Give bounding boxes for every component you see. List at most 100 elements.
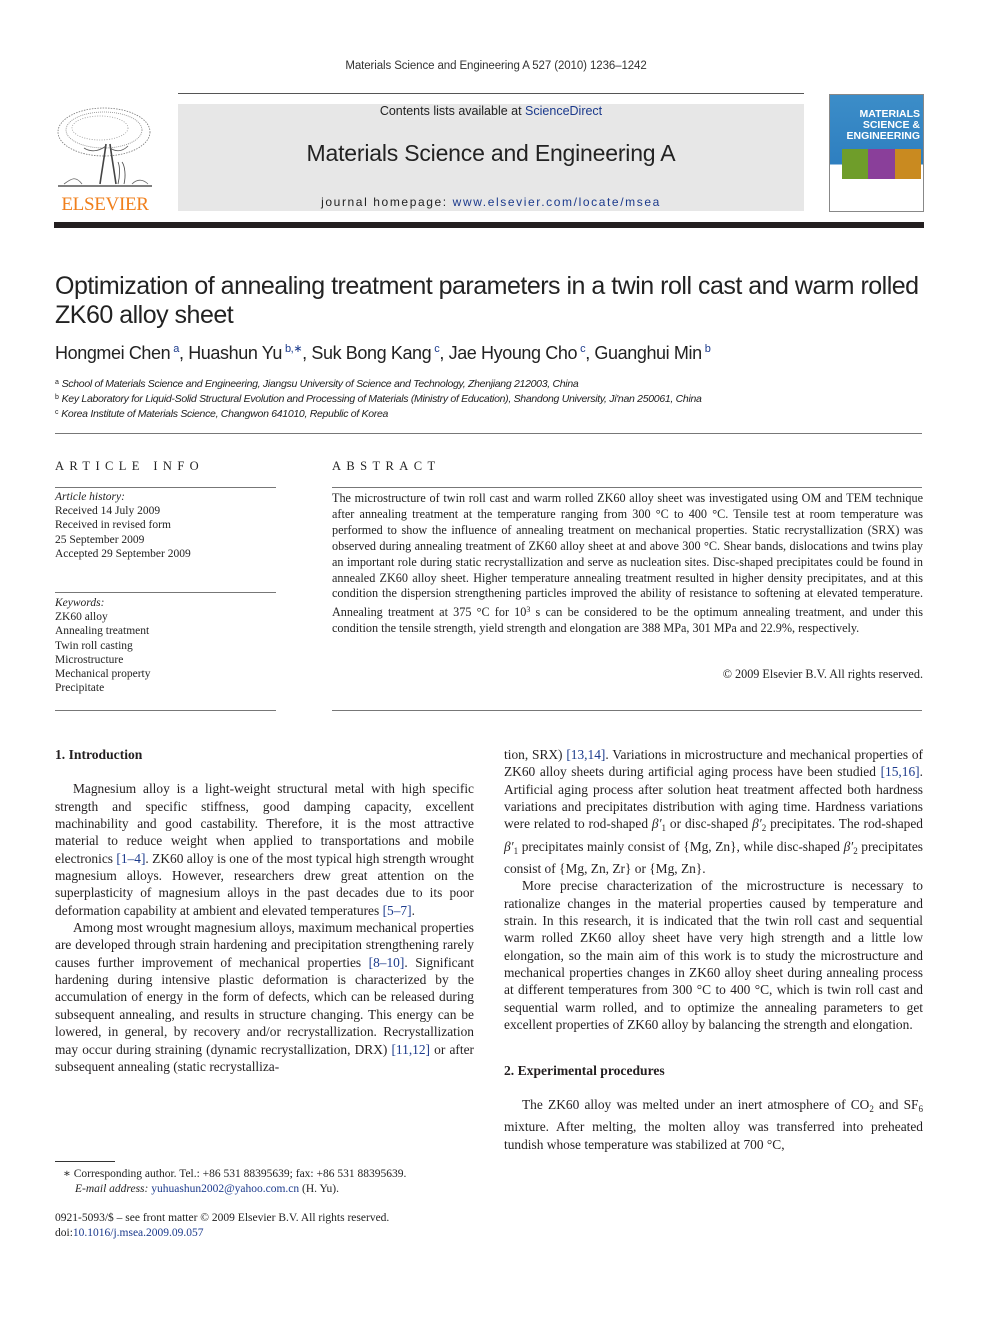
affiliation-marker[interactable]: b,∗ (285, 343, 303, 355)
history-item: 25 September 2009 (55, 533, 145, 546)
text: mixture. After melting, the molten alloy… (504, 1119, 923, 1152)
author-name[interactable]: Hongmei Chen (55, 343, 171, 363)
article-info-heading: ARTICLE INFO (55, 459, 205, 473)
cover-image-purple (868, 149, 895, 179)
keyword-item: Twin roll casting (55, 639, 133, 652)
affiliation-marker[interactable]: b (705, 343, 711, 355)
affiliation-key: a (55, 379, 59, 386)
affiliation-marker[interactable]: c (434, 343, 440, 355)
doi-label: doi: (55, 1226, 73, 1239)
keyword-item: Mechanical property (55, 668, 151, 681)
section-heading-experimental: 2. Experimental procedures (504, 1062, 665, 1078)
sciencedirect-link[interactable]: ScienceDirect (525, 104, 602, 118)
journal-banner: Contents lists available at ScienceDirec… (178, 104, 804, 211)
affiliation-item: b Key Laboratory for Liquid-Solid Structu… (55, 391, 702, 406)
abstract-heading: ABSTRACT (332, 459, 441, 473)
history-item: Accepted 29 September 2009 (55, 547, 191, 560)
running-header: Materials Science and Engineering A 527 … (345, 60, 647, 72)
article-info-bottom-divider (55, 710, 276, 711)
paragraph: Magnesium alloy is a light-weight struct… (55, 780, 474, 919)
math-beta: β′ (504, 838, 514, 854)
history-item: Received 14 July 2009 (55, 505, 161, 518)
math-beta: β′ (843, 838, 854, 854)
cover-image-orange (894, 149, 921, 179)
issn-line: 0921-5093/$ – see front matter © 2009 El… (55, 1212, 390, 1224)
keywords-label: Keywords: (55, 597, 105, 609)
abstract-bottom-divider (332, 710, 922, 711)
body-column-right: tion, SRX) [13,14]. Variations in micros… (504, 746, 923, 1153)
body-column-left: 1. Introduction Magnesium alloy is a lig… (55, 746, 474, 1075)
keyword-item: Precipitate (55, 682, 105, 695)
affiliations: a School of Materials Science and Enginee… (55, 376, 702, 421)
footnote-divider (55, 1161, 115, 1162)
history-label: Article history: (55, 491, 125, 503)
author-name[interactable]: Guanghui Min (594, 343, 702, 363)
citation-link[interactable]: [13,14] (566, 747, 605, 762)
affiliation-key: c (55, 409, 59, 416)
affiliation-item: a School of Materials Science and Enginee… (55, 376, 702, 391)
citation-link[interactable]: [5–7] (383, 903, 412, 918)
keywords-divider (55, 592, 276, 593)
abstract-copyright: © 2009 Elsevier B.V. All rights reserved… (722, 667, 923, 681)
history-item: Received in revised form (55, 519, 171, 532)
abstract-divider (332, 487, 922, 488)
text: and SF (873, 1096, 919, 1112)
abstract-text-part: The microstructure of twin roll cast and… (332, 491, 923, 620)
citation-link[interactable]: [1–4] (116, 851, 145, 866)
paragraph: The ZK60 alloy was melted under an inert… (504, 1096, 923, 1153)
affiliation-key: b (55, 394, 59, 401)
contents-line: Contents lists available at ScienceDirec… (178, 104, 804, 118)
author-name[interactable]: Huashun Yu (188, 343, 282, 363)
cover-title-line: ENGINEERING (846, 130, 920, 142)
doi-line: doi:10.1016/j.msea.2009.09.057 (55, 1226, 389, 1241)
contents-prefix: Contents lists available at (379, 104, 526, 118)
article-info-divider (55, 487, 276, 488)
citation-link[interactable]: [11,12] (391, 1042, 430, 1057)
homepage-line: journal homepage: www.elsevier.com/locat… (178, 195, 804, 209)
header-divider (178, 93, 804, 94)
abstract-text: The microstructure of twin roll cast and… (332, 491, 923, 637)
math-beta: β′ (651, 816, 662, 832)
cover-images (842, 149, 921, 179)
footnote-line: ∗ Corresponding author. Tel.: +86 531 88… (63, 1167, 406, 1182)
footnote-marker: ∗ (63, 1168, 71, 1180)
math-beta: β′ (752, 816, 762, 832)
text: The ZK60 alloy was melted under an inert… (522, 1096, 870, 1112)
email-link[interactable]: yuhuashun2002@yahoo.com.cn (151, 1183, 299, 1195)
affiliation-text: Key Laboratory for Liquid-Solid Structur… (61, 393, 702, 405)
affiliation-item: c Korea Institute of Materials Science, C… (55, 406, 702, 421)
article-title: Optimization of annealing treatment para… (55, 272, 919, 329)
banner-thick-rule (54, 222, 924, 228)
text: . (411, 902, 415, 918)
keyword-item: Microstructure (55, 653, 124, 666)
email-suffix: (H. Yu). (299, 1182, 339, 1195)
footnote-email-line: E-mail address: yuhuashun2002@yahoo.com.… (63, 1182, 406, 1197)
elsevier-wordmark: ELSEVIER (61, 194, 149, 215)
journal-cover[interactable]: MATERIALS SCIENCE & ENGINEERING (829, 94, 924, 212)
text: tion, SRX) (504, 747, 567, 762)
affiliation-marker[interactable]: a (173, 343, 179, 355)
text: or disc-shaped (666, 816, 753, 832)
cover-title: MATERIALS SCIENCE & ENGINEERING (846, 109, 920, 142)
affiliation-marker[interactable]: c (580, 343, 586, 355)
cover-image-green (842, 149, 869, 179)
author-name[interactable]: Suk Bong Kang (311, 343, 431, 363)
keyword-item: ZK60 alloy (55, 611, 108, 624)
article-history: Article history: Received 14 July 2009 R… (55, 490, 191, 561)
journal-name: Materials Science and Engineering A (306, 140, 676, 166)
doi-link[interactable]: 10.1016/j.msea.2009.09.057 (73, 1227, 204, 1239)
author-name[interactable]: Jae Hyoung Cho (449, 343, 578, 363)
text: precipitates. The rod-shaped (766, 816, 923, 832)
citation-link[interactable]: [15,16] (881, 764, 920, 779)
homepage-prefix: journal homepage: (321, 195, 453, 209)
elsevier-logo[interactable]: ELSEVIER (54, 104, 156, 216)
citation-link[interactable]: [8–10] (369, 955, 405, 970)
subscript: 6 (918, 1103, 924, 1114)
front-matter: 0921-5093/$ – see front matter © 2009 El… (55, 1211, 389, 1240)
tree-icon (57, 107, 152, 187)
paragraph-continued: tion, SRX) [13,14]. Variations in micros… (504, 746, 923, 877)
affiliation-text: School of Materials Science and Engineer… (61, 378, 579, 390)
text: precipitates mainly consist of {Mg, Zn},… (518, 838, 844, 854)
journal-homepage-link[interactable]: www.elsevier.com/locate/msea (453, 195, 661, 209)
keyword-item: Annealing treatment (55, 625, 150, 638)
